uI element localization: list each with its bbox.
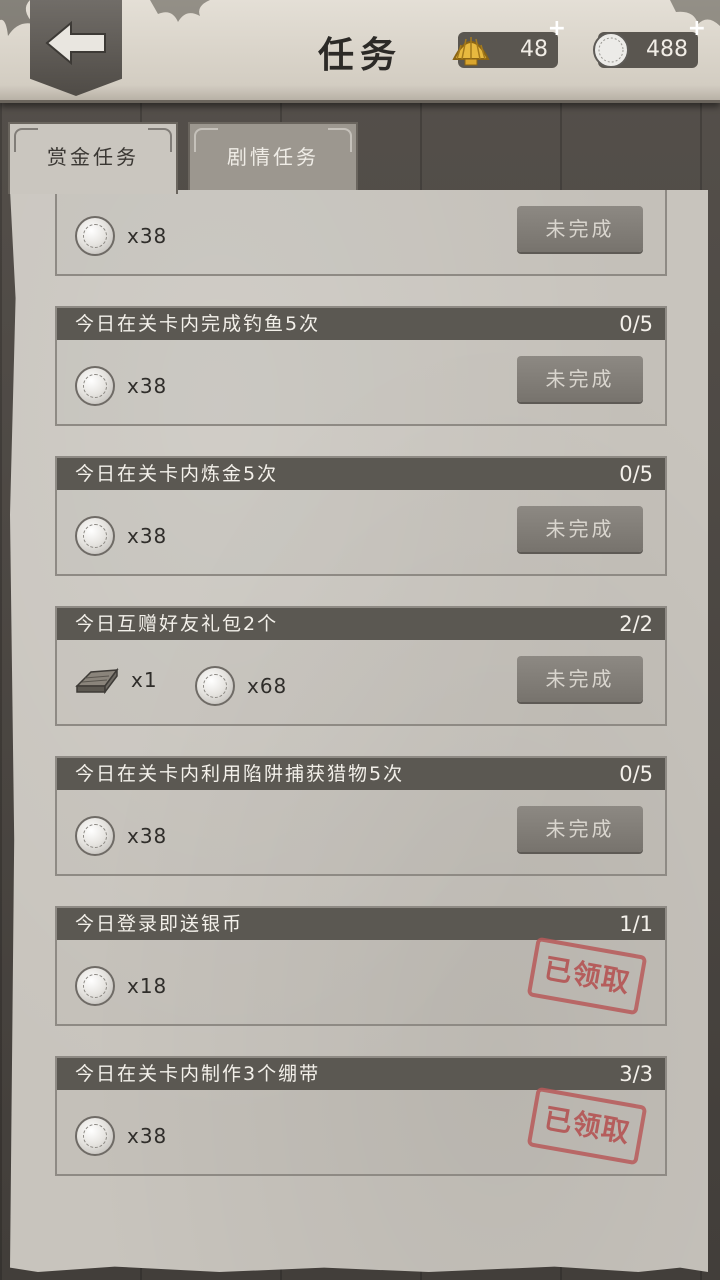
reward-amount: x38 (127, 224, 168, 248)
task-status-button[interactable]: 未完成 (517, 506, 643, 552)
shell-icon (452, 37, 490, 66)
reward-item: x38 (75, 216, 167, 256)
silver-coin-icon (75, 516, 115, 556)
task-name: 今日互赠好友礼包2个 (75, 613, 279, 635)
silver-coin-icon (195, 666, 235, 706)
task-progress: 3/3 (619, 1062, 653, 1086)
tab-label: 剧情任务 (227, 145, 319, 169)
silver-coin-icon (75, 966, 115, 1006)
task-status-button[interactable]: 未完成 (517, 206, 643, 252)
reward-item: x38 (75, 366, 167, 406)
task-status-button[interactable]: 未完成 (517, 356, 643, 402)
task-progress: 0/5 (619, 762, 653, 786)
reward-item: x18 (75, 966, 167, 1006)
reward-amount: x18 (127, 974, 168, 998)
silver-coin-icon (75, 366, 115, 406)
task-status-button[interactable]: 未完成 (517, 656, 643, 702)
reward-amount: x38 (127, 1124, 168, 1148)
task-progress: 1/1 (619, 912, 653, 936)
silver-coin-icon (75, 1116, 115, 1156)
reward-item: x68 (195, 666, 287, 706)
shell-currency: 48 + (452, 18, 566, 68)
task-name: 今日登录即送银币 (75, 913, 244, 935)
task-card: x38 未完成 (55, 190, 667, 276)
reward-amount: x38 (127, 374, 168, 398)
task-header: 今日登录即送银币 1/1 (57, 908, 665, 940)
reward-item: x38 (75, 1116, 167, 1156)
reward-item: x38 (75, 516, 167, 556)
task-header: 今日互赠好友礼包2个 2/2 (57, 608, 665, 640)
task-header: 今日在关卡内制作3个绷带 3/3 (57, 1058, 665, 1090)
task-name: 今日在关卡内炼金5次 (75, 463, 279, 485)
silver-coin-icon (75, 216, 115, 256)
add-silver-button[interactable]: + (688, 18, 706, 40)
reward-amount: x68 (247, 674, 288, 698)
reward-item: x38 (75, 816, 167, 856)
task-progress: 0/5 (619, 312, 653, 336)
reward-amount: x38 (127, 524, 168, 548)
claimed-stamp: 已领取 (526, 1086, 648, 1166)
claimed-stamp: 已领取 (526, 936, 648, 1016)
reward-amount: x1 (131, 668, 158, 692)
task-header: 今日在关卡内利用陷阱捕获猎物5次 0/5 (57, 758, 665, 790)
task-header: 今日在关卡内完成钓鱼5次 0/5 (57, 308, 665, 340)
reward-item: x1 (75, 666, 158, 694)
task-header: 今日在关卡内炼金5次 0/5 (57, 458, 665, 490)
tab-label: 赏金任务 (47, 145, 139, 169)
task-card: 今日互赠好友礼包2个 2/2 x1 x68 未完成 (55, 606, 667, 726)
task-list-panel[interactable]: x38 未完成 今日在关卡内完成钓鱼5次 0/5 x38 未完成 今日在关卡内炼… (10, 190, 708, 1272)
task-status-button[interactable]: 未完成 (517, 806, 643, 852)
silver-coin-icon (75, 816, 115, 856)
silver-currency: 488 + (593, 18, 706, 68)
task-card: 今日在关卡内利用陷阱捕获猎物5次 0/5 x38 未完成 (55, 756, 667, 876)
tab-story-tasks[interactable]: 剧情任务 (188, 122, 358, 190)
task-card: 今日在关卡内制作3个绷带 3/3 x38 已领取 (55, 1056, 667, 1176)
task-card: 今日登录即送银币 1/1 x18 已领取 (55, 906, 667, 1026)
task-name: 今日在关卡内利用陷阱捕获猎物5次 (75, 763, 405, 785)
task-card: 今日在关卡内炼金5次 0/5 x38 未完成 (55, 456, 667, 576)
task-name: 今日在关卡内完成钓鱼5次 (75, 313, 321, 335)
task-progress: 2/2 (619, 612, 653, 636)
task-name: 今日在关卡内制作3个绷带 (75, 1063, 321, 1085)
task-card: 今日在关卡内完成钓鱼5次 0/5 x38 未完成 (55, 306, 667, 426)
task-progress: 0/5 (619, 462, 653, 486)
silver-amount: 488 (646, 37, 688, 62)
silver-coin-icon (593, 32, 629, 68)
shell-amount: 48 (520, 37, 548, 62)
wood-plank-icon (75, 667, 119, 694)
leaf-decoration-icon (150, 0, 210, 22)
reward-amount: x38 (127, 824, 168, 848)
tab-bounty-tasks[interactable]: 赏金任务 (8, 122, 178, 194)
add-shell-button[interactable]: + (548, 18, 566, 40)
top-bar: 任务 48 + 488 + (0, 0, 720, 103)
